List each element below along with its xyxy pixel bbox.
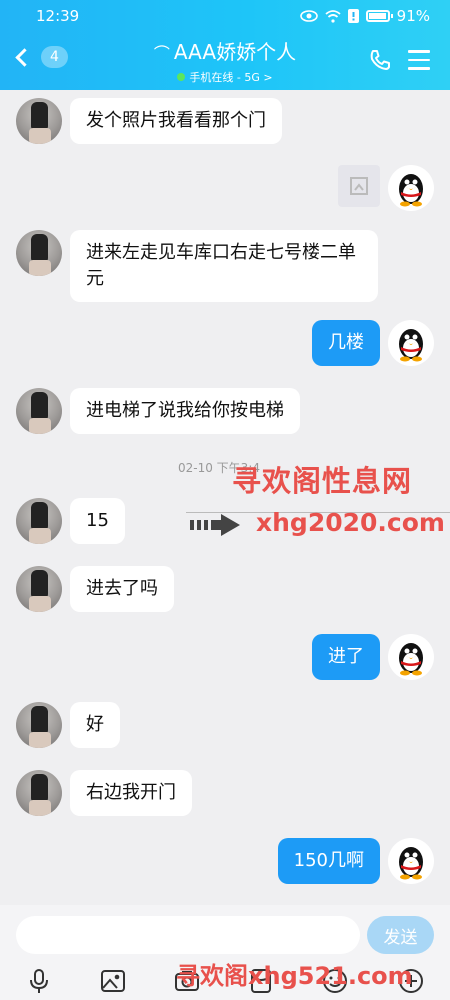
- message-bubble[interactable]: 进去了吗: [70, 566, 174, 612]
- contact-avatar[interactable]: [16, 98, 62, 144]
- image-placeholder-icon: [350, 177, 368, 195]
- message-bubble[interactable]: 进电梯了说我给你按电梯: [70, 388, 300, 434]
- message-bubble[interactable]: 进了: [312, 634, 380, 680]
- my-avatar[interactable]: [388, 165, 434, 211]
- my-avatar[interactable]: [388, 634, 434, 680]
- online-status: 手机在线 - 5G >: [189, 71, 273, 84]
- phone-icon[interactable]: [368, 48, 392, 72]
- my-avatar[interactable]: [388, 838, 434, 884]
- message-bubble[interactable]: 进来左走见车库口右走七号楼二单元: [70, 230, 378, 302]
- qq-penguin-icon: [399, 329, 423, 362]
- image-icon[interactable]: [100, 968, 126, 994]
- my-avatar[interactable]: [388, 320, 434, 366]
- contact-avatar[interactable]: [16, 702, 62, 748]
- message-bubble[interactable]: 右边我开门: [70, 770, 192, 816]
- message-bubble[interactable]: 发个照片我看看那个门: [70, 98, 282, 144]
- ear-icon: ⌒: [153, 44, 170, 63]
- message-bubble[interactable]: 几楼: [312, 320, 380, 366]
- battery-percent: 91%: [396, 7, 430, 25]
- wifi-icon: [325, 9, 341, 23]
- contact-avatar[interactable]: [16, 770, 62, 816]
- arrow-right-icon: [190, 514, 240, 536]
- chat-title: AAA娇娇个人: [173, 40, 297, 64]
- qq-penguin-icon: [399, 174, 423, 207]
- message-bubble[interactable]: 150几啊: [277, 838, 380, 884]
- eye-icon: [299, 10, 318, 22]
- chat-header: 12:39 91% 4 ⌒ AAA娇娇个人 手机在线 - 5G >: [0, 0, 450, 90]
- qq-penguin-icon: [399, 643, 423, 676]
- watermark-footer: 寻欢阁xhg521.com: [176, 962, 413, 990]
- watermark-text: 寻欢阁性息网: [232, 464, 413, 498]
- message-bubble[interactable]: 好: [70, 702, 120, 748]
- watermark-url: xhg2020.com: [256, 508, 445, 537]
- contact-avatar[interactable]: [16, 498, 62, 544]
- contact-avatar[interactable]: [16, 566, 62, 612]
- send-button[interactable]: 发送: [367, 916, 434, 954]
- message-input[interactable]: [16, 916, 360, 954]
- online-dot-icon: [177, 73, 186, 81]
- contact-avatar[interactable]: [16, 230, 62, 276]
- qq-penguin-icon: [399, 847, 423, 880]
- status-bar: 12:39 91%: [36, 7, 430, 29]
- status-time: 12:39: [36, 7, 80, 25]
- battery-icon: [365, 10, 393, 22]
- menu-icon[interactable]: [408, 50, 430, 76]
- status-icons: 91%: [299, 7, 430, 25]
- mic-icon[interactable]: [26, 968, 52, 994]
- alert-icon: [347, 9, 359, 23]
- message-bubble[interactable]: 15: [70, 498, 125, 544]
- image-message[interactable]: [338, 165, 380, 207]
- contact-avatar[interactable]: [16, 388, 62, 434]
